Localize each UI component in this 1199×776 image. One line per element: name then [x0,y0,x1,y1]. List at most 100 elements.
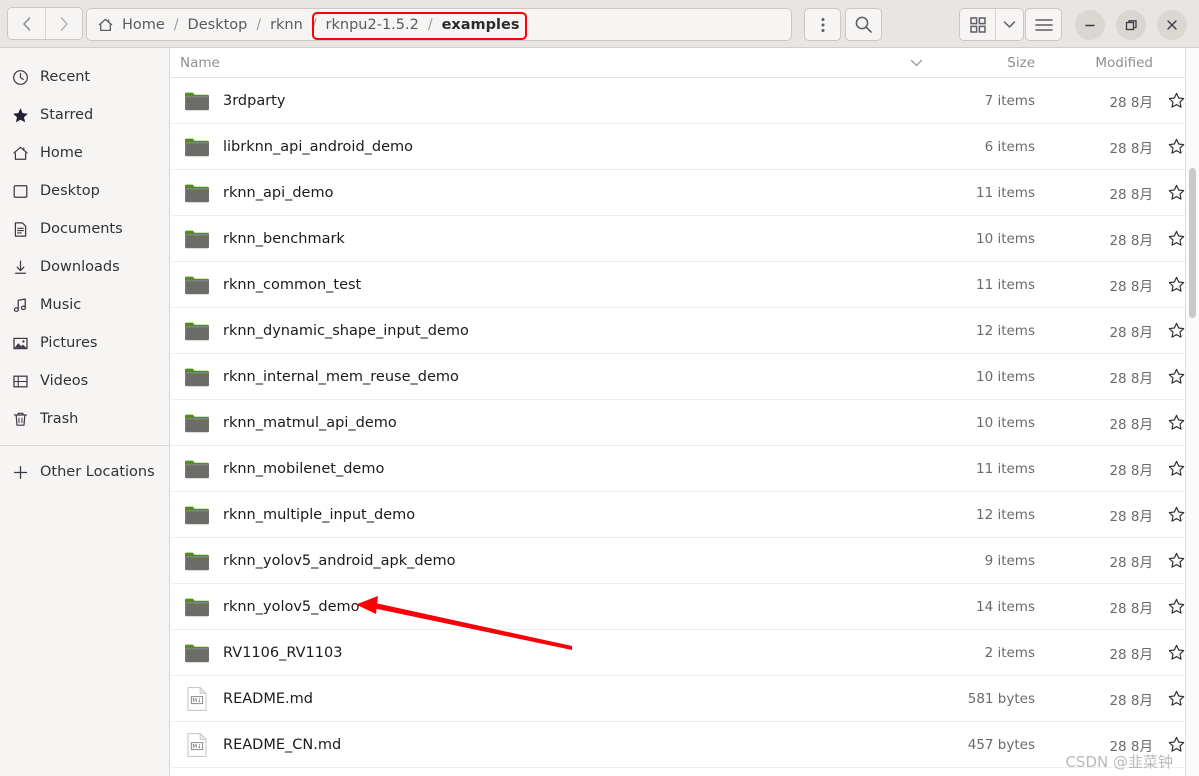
vertical-scrollbar[interactable] [1185,48,1199,776]
file-name-cell[interactable]: rknn_api_demo [171,179,931,207]
file-name-cell[interactable]: rknn_yolov5_android_apk_demo [171,547,931,575]
file-modified-cell: 28 8月 [1109,646,1153,663]
sidebar-item-label: Music [40,297,82,313]
table-row[interactable]: rknn_yolov5_android_apk_demo 9 items 28 8月 [171,538,1199,584]
star-outline-icon [1168,230,1184,246]
file-size-cell: 2 items [984,644,1035,661]
minimize-button[interactable] [1075,10,1105,40]
file-name-label: rknn_multiple_input_demo [223,506,416,523]
search-button[interactable] [845,8,882,41]
table-row[interactable]: rknn_dynamic_shape_input_demo 12 items 28 … [171,308,1199,354]
table-row[interactable]: 3rdparty 7 items 28 8月 [171,78,1199,124]
file-name-cell[interactable]: rknn_yolov5_demo [171,593,931,621]
close-icon [1167,20,1177,30]
sidebar-item-recent[interactable]: Recent [0,58,169,96]
chevron-down-icon [1003,21,1016,28]
table-row[interactable]: librknn_api_android_demo 6 items 28 8月 [171,124,1199,170]
grid-view-button[interactable] [960,9,995,40]
sidebar-item-home[interactable]: Home [0,134,169,172]
sidebar-item-trash[interactable]: Trash [0,400,169,438]
column-header-modified[interactable]: Modified [1035,55,1153,71]
sidebar-item-label: Documents [40,221,123,237]
sidebar-item-downloads[interactable]: Downloads [0,248,169,286]
table-row[interactable]: rknn_common_test 11 items 28 8月 [171,262,1199,308]
file-name-cell[interactable]: rknn_dynamic_shape_input_demo [171,317,931,345]
table-row[interactable]: rknn_api_demo 11 items 28 8月 [171,170,1199,216]
file-size-cell: 12 items [975,322,1035,339]
file-modified-cell: 28 8月 [1109,600,1153,617]
file-rows: 3rdparty 7 items 28 8月 librknn_api_android_… [171,78,1199,768]
file-manager-window: Home / Desktop / rknn / rknpu2-1.5.2 / e… [0,0,1199,776]
sidebar-item-desktop[interactable]: Desktop [0,172,169,210]
sidebar-item-other-locations[interactable]: Other Locations [0,453,169,491]
nav-button-group [7,7,83,40]
file-name-cell[interactable]: 3rdparty [171,87,931,115]
file-name-cell[interactable]: rknn_common_test [171,271,931,299]
file-size-cell: 6 items [984,138,1035,155]
column-header-name[interactable]: Name [171,55,931,71]
file-name-cell[interactable]: librknn_api_android_demo [171,133,931,161]
table-row[interactable]: rknn_mobilenet_demo 11 items 28 8月 [171,446,1199,492]
file-name-cell[interactable]: rknn_benchmark [171,225,931,253]
table-row[interactable]: RV1106_RV1103 2 items 28 8月 [171,630,1199,676]
table-row[interactable]: rknn_benchmark 10 items 28 8月 [171,216,1199,262]
back-button[interactable] [8,8,45,39]
column-header-size[interactable]: Size [931,55,1035,71]
breadcrumb-item-rknpu2[interactable]: rknpu2-1.5.2 [325,17,420,33]
sidebar-divider [0,445,169,446]
hamburger-icon [1034,18,1053,31]
home-icon [8,145,32,162]
sidebar-item-pictures[interactable]: Pictures [0,324,169,362]
file-name-cell[interactable]: rknn_mobilenet_demo [171,455,931,483]
star-outline-icon [1168,184,1184,200]
file-name-cell[interactable]: M↓ README.md [171,685,931,713]
sidebar-item-music[interactable]: Music [0,286,169,324]
hamburger-menu-button[interactable] [1025,8,1062,41]
table-row[interactable]: rknn_multiple_input_demo 12 items 28 8月 [171,492,1199,538]
sidebar-item-starred[interactable]: Starred [0,96,169,134]
column-header-name-label: Name [180,54,220,71]
file-name-label: README.md [223,690,313,707]
table-row[interactable]: rknn_matmul_api_demo 10 items 28 8月 [171,400,1199,446]
file-size-cell: 581 bytes [967,690,1035,707]
sidebar: Recent Starred Home Desktop Documents Do… [0,48,170,776]
forward-button[interactable] [45,8,82,39]
file-name-cell[interactable]: rknn_internal_mem_reuse_demo [171,363,931,391]
star-outline-icon [1168,690,1184,706]
table-row[interactable]: rknn_yolov5_demo 14 items 28 8月 [171,584,1199,630]
documents-icon [8,221,32,238]
clock-icon [8,69,32,86]
menu-dots-button[interactable] [804,8,841,41]
view-dropdown-button[interactable] [995,9,1023,40]
sidebar-item-label: Home [40,145,83,161]
breadcrumb-item-rknn[interactable]: rknn [269,17,304,33]
sidebar-item-documents[interactable]: Documents [0,210,169,248]
svg-text:M↓: M↓ [192,743,201,749]
sidebar-item-label: Other Locations [40,464,155,480]
close-button[interactable] [1157,10,1187,40]
maximize-button[interactable] [1116,10,1146,40]
file-name-label: librknn_api_android_demo [223,138,414,155]
file-size-cell: 10 items [975,368,1035,385]
breadcrumb-item-examples[interactable]: examples [441,17,521,33]
folder-icon [185,276,209,294]
star-outline-icon [1168,506,1184,522]
file-name-cell[interactable]: M↓ README_CN.md [171,731,931,759]
table-row[interactable]: rknn_internal_mem_reuse_demo 10 items 28 8… [171,354,1199,400]
file-modified-cell: 28 8月 [1109,508,1153,525]
file-name-cell[interactable]: rknn_matmul_api_demo [171,409,931,437]
file-name-cell[interactable]: rknn_multiple_input_demo [171,501,931,529]
breadcrumb-item-home[interactable]: Home [121,17,166,33]
folder-icon [185,598,209,616]
file-modified-cell: 28 8月 [1109,370,1153,387]
plus-icon [8,464,32,481]
table-row[interactable]: M↓ README.md 581 bytes 28 8月 [171,676,1199,722]
sidebar-item-videos[interactable]: Videos [0,362,169,400]
chevron-right-icon [60,16,68,31]
scrollbar-thumb[interactable] [1189,168,1196,318]
star-outline-icon [1168,644,1184,660]
breadcrumb-item-desktop[interactable]: Desktop [187,17,249,33]
file-name-cell[interactable]: RV1106_RV1103 [171,639,931,667]
breadcrumb[interactable]: Home / Desktop / rknn / rknpu2-1.5.2 / e… [86,8,792,41]
table-row[interactable]: M↓ README_CN.md 457 bytes 28 8月 [171,722,1199,768]
